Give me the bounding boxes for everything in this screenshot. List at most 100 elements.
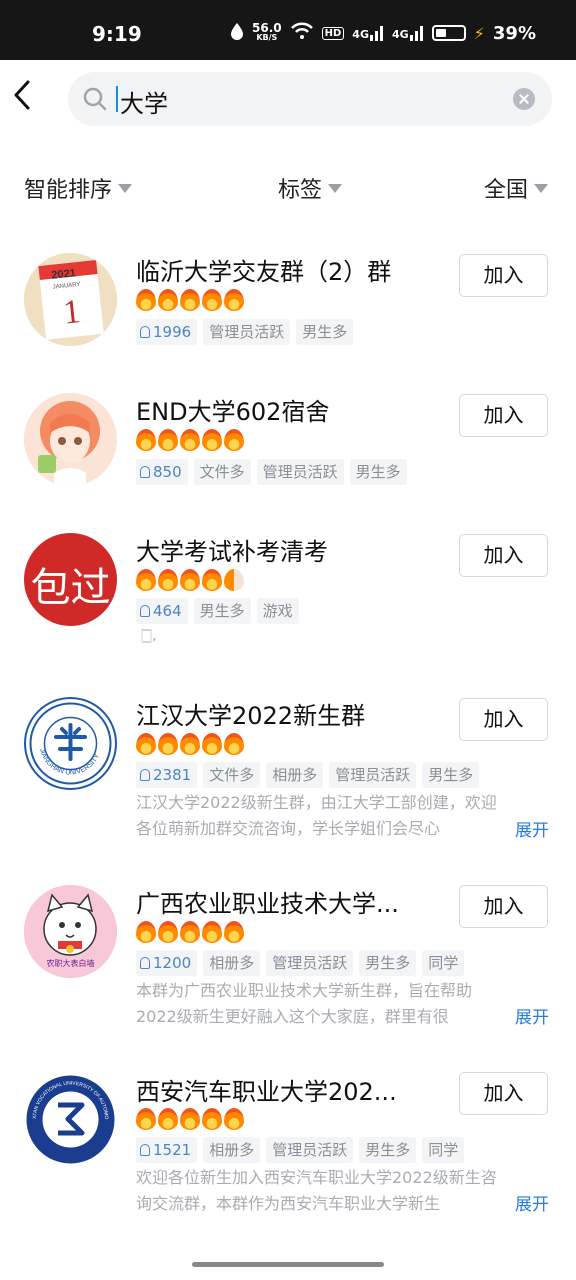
battery-icon bbox=[431, 25, 466, 41]
group-name[interactable]: 西安汽车职业大学202... bbox=[136, 1072, 397, 1107]
member-count-value: 850 bbox=[153, 463, 182, 481]
description-line: 2022级新生更好融入这个大家庭，群里有很 bbox=[136, 1007, 449, 1026]
avatar: 2021 JANUARY 1 bbox=[24, 253, 117, 346]
description-line: 欢迎各位新生加入西安汽车职业大学2022级新生咨 bbox=[136, 1168, 497, 1187]
person-icon bbox=[140, 957, 150, 969]
group-name[interactable]: 广西农业职业技术大学... bbox=[136, 884, 399, 919]
drop-icon bbox=[230, 22, 244, 44]
region-filter-label: 全国 bbox=[484, 178, 529, 203]
group-tag: 相册多 bbox=[203, 950, 261, 976]
group-name[interactable]: 临沂大学交友群（2）群 bbox=[136, 252, 391, 287]
tag-list: 1521 相册多 管理员活跃 男生多 同学 bbox=[136, 1137, 465, 1163]
signal-2-label: 4G bbox=[391, 28, 409, 41]
group-tag: 管理员活跃 bbox=[256, 459, 344, 485]
avatar-caption: 农职大表白墙 bbox=[46, 959, 95, 968]
flame-icon bbox=[136, 429, 156, 451]
flame-icon bbox=[136, 921, 156, 943]
sort-filter[interactable]: 智能排序 bbox=[24, 172, 133, 204]
join-button[interactable]: 加入 bbox=[459, 1072, 548, 1115]
expand-link[interactable]: 展开 bbox=[515, 816, 549, 841]
member-count-value: 1996 bbox=[153, 323, 192, 341]
description-line: 各位萌新加群交流咨询，学长学姐们会尽心 bbox=[136, 819, 441, 838]
heat-rating bbox=[136, 429, 244, 451]
anime-girl-icon bbox=[24, 393, 117, 486]
description-line: 本群为广西农业职业技术大学新生群，旨在帮助 bbox=[136, 981, 473, 1000]
expand-link[interactable]: 展开 bbox=[515, 1003, 549, 1028]
group-name[interactable]: END大学602宿舍 bbox=[136, 392, 329, 427]
flame-icon bbox=[202, 921, 222, 943]
member-count: 850 bbox=[136, 459, 188, 485]
group-description: 本群为广西农业职业技术大学新生群，旨在帮助 2022级新生更好融入这个大家庭，群… bbox=[136, 978, 514, 1030]
flame-icon bbox=[158, 569, 178, 591]
heat-rating bbox=[136, 289, 244, 311]
search-input[interactable]: 大学 bbox=[68, 72, 552, 126]
join-button[interactable]: 加入 bbox=[459, 394, 548, 437]
group-tag: 管理员活跃 bbox=[329, 762, 417, 788]
group-tag: 男生多 bbox=[359, 950, 417, 976]
hd-badge: HD bbox=[321, 26, 345, 40]
avatar: XI'AN VOCATIONAL UNIVERSITY OF AUTOMOBIL… bbox=[24, 1073, 117, 1166]
flame-icon bbox=[224, 921, 244, 943]
tag-filter-label: 标签 bbox=[278, 178, 323, 203]
member-count-value: 1521 bbox=[153, 1141, 192, 1159]
tag-list: 1996 管理员活跃 男生多 bbox=[136, 319, 354, 345]
search-query[interactable]: 大学 bbox=[120, 84, 168, 119]
flame-icon bbox=[158, 429, 178, 451]
group-description: 欢迎各位新生加入西安汽车职业大学2022级新生咨 询交流群，本群作为西安汽车职业… bbox=[136, 1165, 514, 1217]
join-button[interactable]: 加入 bbox=[459, 698, 548, 741]
expand-link[interactable]: 展开 bbox=[515, 1190, 549, 1215]
flame-icon bbox=[202, 569, 222, 591]
flame-icon bbox=[224, 569, 244, 591]
group-tag: 男生多 bbox=[349, 459, 407, 485]
signal-1-label: 4G bbox=[352, 28, 369, 41]
signal-2-icon: 4G bbox=[392, 25, 424, 41]
battery-percent: 39% bbox=[492, 22, 536, 44]
description-glyph: 🀆, bbox=[141, 628, 157, 644]
back-button[interactable] bbox=[10, 78, 34, 112]
join-button[interactable]: 加入 bbox=[459, 885, 548, 928]
member-count: 1200 bbox=[136, 950, 198, 976]
clear-search-icon[interactable] bbox=[513, 88, 535, 110]
group-name[interactable]: 江汉大学2022新生群 bbox=[136, 696, 365, 731]
flame-icon bbox=[158, 921, 178, 943]
heat-rating bbox=[136, 569, 244, 591]
svg-text:2021: 2021 bbox=[51, 267, 77, 281]
signal-1-icon: 4G bbox=[352, 25, 384, 41]
tag-filter[interactable]: 标签 bbox=[278, 172, 343, 204]
avatar: JIANGHAN UNIVERSITY bbox=[24, 697, 117, 790]
join-button[interactable]: 加入 bbox=[459, 534, 548, 577]
group-tag: 游戏 bbox=[256, 598, 299, 624]
flame-icon bbox=[158, 733, 178, 755]
group-tag: 男生多 bbox=[193, 598, 251, 624]
dropdown-arrow-icon bbox=[118, 183, 133, 193]
university-emblem-icon: XI'AN VOCATIONAL UNIVERSITY OF AUTOMOBIL… bbox=[24, 1073, 115, 1164]
flame-icon bbox=[136, 289, 156, 311]
person-icon bbox=[140, 1144, 150, 1156]
description-line: 江汉大学2022级新生群，由江大学工部创建，欢迎 bbox=[136, 793, 497, 812]
charging-icon: ⚡ bbox=[473, 23, 485, 43]
flame-icon bbox=[180, 733, 200, 755]
flame-icon bbox=[224, 289, 244, 311]
flame-icon bbox=[136, 1108, 156, 1130]
member-count: 1521 bbox=[136, 1137, 198, 1163]
tag-list: 464 男生多 游戏 bbox=[136, 598, 299, 624]
group-tag: 男生多 bbox=[296, 319, 354, 345]
network-speed-value: 56.0 bbox=[252, 21, 282, 35]
flame-icon bbox=[136, 733, 156, 755]
status-icons: 56.0 KB/S HD 4G 4G ⚡ 39% bbox=[230, 22, 536, 44]
status-bar: 9:19 56.0 KB/S HD 4G 4G ⚡ 39% bbox=[0, 0, 576, 60]
member-count-value: 464 bbox=[153, 602, 182, 620]
flame-icon bbox=[180, 289, 200, 311]
group-name[interactable]: 大学考试补考清考 bbox=[136, 532, 328, 567]
flame-icon bbox=[202, 289, 222, 311]
flame-icon bbox=[224, 733, 244, 755]
flame-icon bbox=[180, 429, 200, 451]
join-button[interactable]: 加入 bbox=[459, 254, 548, 297]
region-filter[interactable]: 全国 bbox=[484, 172, 549, 204]
clock: 9:19 bbox=[92, 22, 142, 46]
wifi-icon bbox=[290, 22, 314, 44]
home-indicator[interactable] bbox=[192, 1262, 384, 1267]
group-tag: 男生多 bbox=[422, 762, 480, 788]
flame-icon bbox=[158, 1108, 178, 1130]
calendar-icon: 2021 JANUARY 1 bbox=[24, 253, 117, 346]
